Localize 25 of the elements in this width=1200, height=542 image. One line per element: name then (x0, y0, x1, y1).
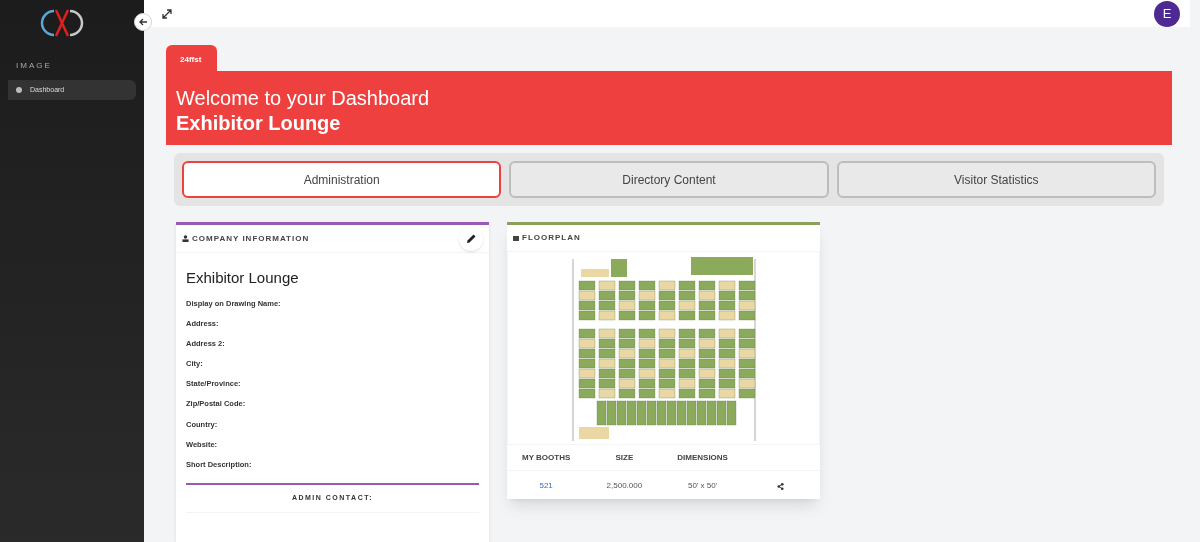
dashboard-icon (16, 87, 22, 93)
person-icon (182, 235, 189, 242)
booth-link[interactable]: 521 (507, 480, 586, 492)
banner-subtitle: Exhibitor Lounge (176, 111, 342, 136)
banner-title: Welcome to your Dashboard (176, 86, 431, 110)
table-cell-text: 50' x 50' (686, 480, 719, 492)
section-label: IMAGE (16, 60, 53, 72)
share-icon[interactable] (777, 482, 785, 490)
pencil-icon (465, 232, 477, 245)
tab[interactable]: Directory Content (509, 161, 829, 198)
arrow-left-icon (138, 17, 148, 27)
card-header: COMPANY INFORMATION (192, 232, 310, 245)
tab[interactable]: Administration (182, 161, 502, 198)
edit-button[interactable] (459, 226, 483, 251)
tab[interactable]: Visitor Statistics (836, 161, 1156, 198)
expand-icon[interactable] (162, 8, 172, 19)
calendar-icon (513, 235, 519, 241)
table-cell-text: 2,500.000 (605, 480, 644, 492)
column-header: MY BOOTHS (520, 451, 572, 464)
column-header: DIMENSIONS (676, 451, 729, 464)
card-header: FLOORPLAN (522, 232, 581, 244)
column-header: SIZE (614, 451, 635, 464)
company-name: Exhibitor Lounge (186, 268, 300, 288)
avatar[interactable]: E (1154, 0, 1180, 27)
event-tab[interactable]: 24ffst (166, 45, 217, 71)
